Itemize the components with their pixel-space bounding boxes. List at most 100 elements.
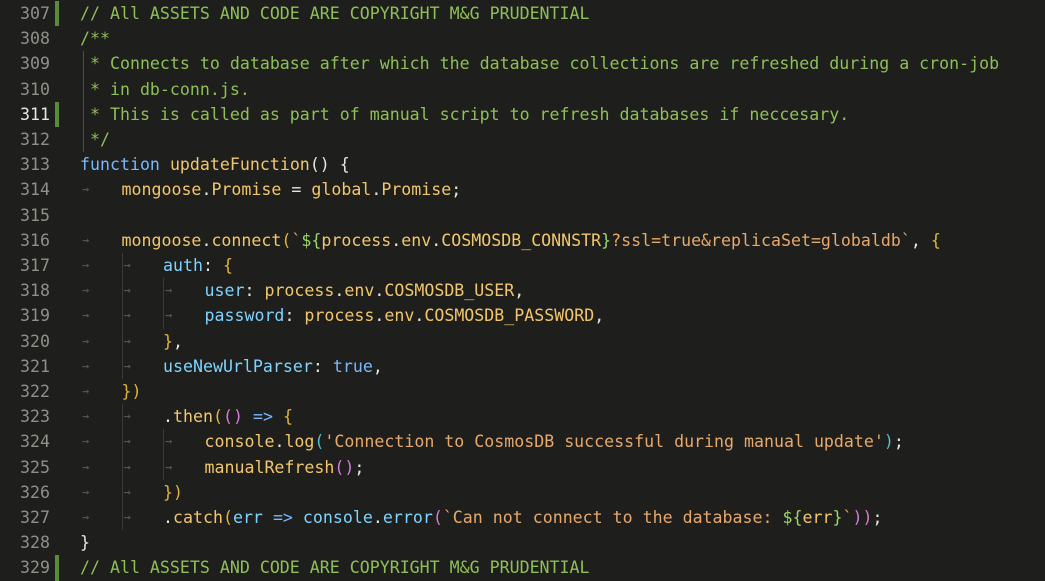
code-token-plain: . xyxy=(274,432,285,452)
code-line[interactable]: 312 */ xyxy=(0,127,1045,153)
code-token-function: mongoose xyxy=(121,230,202,250)
code-token-function: connect xyxy=(211,230,282,250)
code-token-bracket-pink: () xyxy=(222,407,243,427)
code-line[interactable]: 314 → mongoose.Promise = global.Promise; xyxy=(0,177,1045,202)
code-line[interactable]: 313 function updateFunction() { xyxy=(0,152,1045,177)
line-number: 321 xyxy=(20,356,50,376)
code-token-function: manualRefresh xyxy=(204,457,335,477)
code-line[interactable]: 322 →}) xyxy=(0,379,1045,404)
line-number: 313 xyxy=(20,155,50,175)
indent-guide xyxy=(121,505,123,531)
tab-arrow-icon: → xyxy=(82,308,90,323)
code-token-interp: } xyxy=(601,230,612,250)
code-token-plain: . xyxy=(371,180,382,200)
tab-arrow-icon: → xyxy=(82,358,90,373)
code-token-plain: , xyxy=(594,306,605,326)
indent-guide xyxy=(163,303,164,329)
code-token-plain: } xyxy=(80,533,90,553)
code-line[interactable]: 325 → → → manualRefresh(); xyxy=(0,454,1045,480)
code-token-plain: : xyxy=(284,306,305,326)
line-number: 326 xyxy=(20,482,50,502)
code-text: */ xyxy=(80,127,110,152)
tab-arrow-icon: → xyxy=(123,510,131,524)
code-token-property: useNewUrlParser xyxy=(163,356,313,376)
code-line[interactable]: 311 * This is called as part of manual s… xyxy=(0,101,1045,127)
code-token-bracket-gold: { xyxy=(930,230,941,250)
code-token-plain: : xyxy=(244,281,265,301)
tab-arrow-icon: → xyxy=(82,384,90,398)
code-line[interactable]: 329 // All ASSETS AND CODE ARE COPYRIGHT … xyxy=(0,555,1045,581)
code-line[interactable]: 309 * Connects to database after which t… xyxy=(0,51,1045,77)
code-token-plain: , xyxy=(372,356,383,376)
line-number: 309 xyxy=(20,54,50,74)
code-line[interactable]: 310 * in db-conn.js. xyxy=(0,76,1045,102)
tab-arrow-icon: → xyxy=(123,459,131,474)
code-text: useNewUrlParser: true, xyxy=(163,354,383,379)
tab-arrow-icon: → xyxy=(165,283,173,298)
code-editor[interactable]: 307 // All ASSETS AND CODE ARE COPYRIGHT … xyxy=(0,0,1045,581)
code-token-function: Promise xyxy=(211,180,282,200)
line-number: 311 xyxy=(20,104,50,124)
tab-arrow-icon: → xyxy=(123,434,131,449)
indent-guide xyxy=(121,353,123,379)
code-token-bracket-pink: )) xyxy=(852,508,873,527)
code-token-string: `Can not connect to the database: xyxy=(442,508,783,527)
code-token-bracket-gold: ( xyxy=(212,407,223,427)
code-token-plain: = xyxy=(281,180,312,200)
code-line[interactable]: 319 → → → password: process.env.COSMOSDB_PAS… xyxy=(0,303,1045,329)
code-text: }, xyxy=(163,329,183,354)
code-token-bracket-gold: ( xyxy=(222,508,233,527)
code-token-bracket-pink: ( xyxy=(432,508,443,527)
code-token-function: Promise xyxy=(381,180,452,200)
code-text: /** xyxy=(80,26,110,51)
code-token-comment: /** xyxy=(80,29,110,49)
code-token-plain: , xyxy=(173,331,183,351)
indent-guide xyxy=(121,303,123,329)
modified-marker xyxy=(55,1,59,27)
code-token-function: console xyxy=(204,432,275,452)
indent-guide xyxy=(121,454,123,480)
code-line[interactable]: 328} xyxy=(0,530,1045,555)
code-text: function updateFunction() { xyxy=(80,152,350,177)
code-line[interactable]: 316 → mongoose.connect(`${process.env.COSM… xyxy=(0,228,1045,253)
line-number: 320 xyxy=(20,331,50,351)
code-token-plain: . xyxy=(201,230,212,250)
code-line[interactable]: 326 → →}) xyxy=(0,479,1045,505)
line-number: 323 xyxy=(20,407,50,427)
code-token-property: error xyxy=(382,508,433,527)
code-line[interactable]: 315 xyxy=(0,203,1045,228)
code-token-comment: * This is called as part of manual scrip… xyxy=(80,104,850,124)
code-token-plain: ; xyxy=(893,432,904,452)
code-text: manualRefresh(); xyxy=(205,455,365,480)
code-token-interp: ${ xyxy=(782,508,803,527)
code-line[interactable]: 308 /** xyxy=(0,26,1045,51)
indent-guide xyxy=(121,253,123,279)
code-token-function: env xyxy=(344,281,375,301)
code-token-string: ?ssl=true&replicaSet=globaldb` xyxy=(611,230,911,250)
line-number: 329 xyxy=(20,558,50,578)
code-line[interactable]: 323 → → .then(() => { xyxy=(0,404,1045,430)
tab-arrow-icon: → xyxy=(123,283,131,298)
code-token-plain: : xyxy=(312,356,333,376)
code-line[interactable]: 317 → → auth: { xyxy=(0,253,1045,279)
modified-marker xyxy=(55,555,59,581)
indent-guide xyxy=(121,278,123,304)
code-token-plain: . xyxy=(372,508,383,527)
tab-arrow-icon: → xyxy=(123,333,131,348)
code-token-function: log xyxy=(284,432,315,452)
code-text: .then(() => { xyxy=(163,404,293,429)
code-token-keyword: => xyxy=(272,508,293,527)
code-token-plain: . xyxy=(374,306,385,326)
code-line[interactable]: 318 → → → user: process.env.COSMOSDB_USER, xyxy=(0,278,1045,304)
code-text: auth: { xyxy=(163,253,233,278)
tab-arrow-icon: → xyxy=(82,484,90,499)
code-line[interactable]: 307 // All ASSETS AND CODE ARE COPYRIGHT … xyxy=(0,1,1045,27)
code-token-property: err xyxy=(232,508,263,527)
code-line[interactable]: 320 → →}, xyxy=(0,328,1045,354)
code-line[interactable]: 327 → → .catch(err => console.error(`Can no… xyxy=(0,505,1045,531)
code-line[interactable]: 324 → → → console.log('Connection to CosmosD… xyxy=(0,429,1045,455)
code-line[interactable]: 321 → → useNewUrlParser: true, xyxy=(0,353,1045,379)
